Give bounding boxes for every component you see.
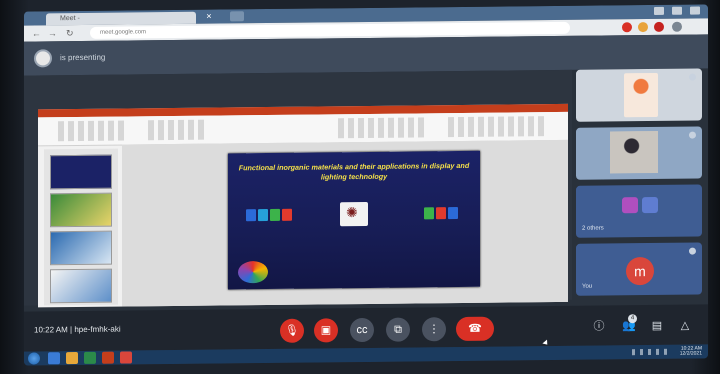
forward-icon[interactable]: → (48, 28, 58, 38)
chat-icon[interactable]: ▤ (650, 319, 664, 333)
slide-image (246, 209, 256, 222)
slide-thumbnails (44, 148, 118, 306)
more-vert-icon[interactable]: ⋮ (422, 317, 446, 342)
slide-thumbnail[interactable] (50, 230, 112, 266)
taskbar-app-icon[interactable] (102, 351, 114, 364)
self-tile[interactable]: m You (576, 242, 702, 296)
self-avatar: m (626, 256, 654, 286)
tray-clock[interactable]: 10:22 AM 12/2/2021 (680, 345, 702, 356)
ribbon-group (338, 117, 428, 139)
participant-tile[interactable] (576, 68, 702, 122)
present-icon[interactable]: ⧉ (386, 317, 410, 342)
minimize-button[interactable] (654, 6, 664, 15)
slide-thumbnail[interactable] (50, 268, 112, 304)
taskbar-app-icon[interactable] (66, 352, 78, 365)
slide-image (270, 208, 280, 222)
participant-video (624, 72, 658, 118)
window-close-button[interactable] (690, 6, 700, 15)
powerpoint-window: Functional inorganic materials and their… (38, 103, 568, 308)
author-institute (268, 241, 440, 243)
taskbar-app-icon[interactable] (120, 351, 132, 364)
browser-tab-title: Meet - (60, 14, 80, 23)
meeting-time: 10:22 AM (34, 325, 68, 335)
url-text: meet.google.com (100, 29, 147, 36)
meeting-info: 10:22 AM | hpe-fmhk-aki (34, 324, 121, 335)
people-icon[interactable]: 👥 4 (622, 314, 637, 333)
videocam-off-icon[interactable]: ▣ (314, 318, 338, 343)
self-label: You (582, 283, 593, 290)
shared-screen: Functional inorganic materials and their… (24, 69, 572, 308)
profile-avatar[interactable] (654, 21, 664, 32)
slide-image (448, 207, 458, 220)
screen: Meet - ✕ ← → ↻ meet.google.com is presen… (24, 4, 708, 366)
taskbar-app-icon[interactable] (48, 352, 60, 365)
author-department (268, 241, 440, 243)
participant-tile-others[interactable]: 2 others (576, 184, 702, 238)
meeting-code: hpe-fmhk-aki (74, 324, 121, 335)
participant-panel: 2 others m You (576, 68, 704, 299)
slide-canvas: Functional inorganic materials and their… (122, 139, 568, 307)
activities-icon[interactable]: △ (678, 319, 692, 333)
menu-icon[interactable] (672, 21, 682, 32)
start-button[interactable] (28, 352, 40, 365)
maximize-button[interactable] (672, 6, 682, 15)
slide-image (436, 207, 446, 220)
window-controls (640, 6, 700, 18)
extension-icon[interactable] (622, 22, 632, 33)
slide-image (282, 208, 292, 221)
back-icon[interactable]: ← (32, 28, 42, 38)
close-icon[interactable]: ✕ (206, 13, 214, 21)
system-tray[interactable] (632, 348, 672, 356)
presenting-text: is presenting (60, 52, 106, 63)
avatar (34, 49, 52, 68)
slide-image (424, 207, 434, 220)
captions-icon[interactable]: cc (350, 317, 374, 343)
current-slide: Functional inorganic materials and their… (228, 150, 480, 290)
color-wheel-image (238, 261, 268, 284)
reload-icon[interactable]: ↻ (66, 28, 76, 38)
call-end-icon[interactable]: ☎ (456, 316, 494, 342)
participant-video (610, 130, 658, 174)
slide-title: Functional inorganic materials and their… (238, 160, 470, 182)
others-label: 2 others (582, 225, 604, 232)
slide-image (258, 209, 268, 222)
taskbar-app-icon[interactable] (84, 351, 96, 364)
new-tab-button[interactable] (230, 11, 244, 22)
ribbon-group (148, 119, 208, 141)
extension-icon[interactable] (638, 22, 648, 33)
more-options-icon[interactable] (689, 247, 696, 255)
monitor-bezel: Meet - ✕ ← → ↻ meet.google.com is presen… (0, 0, 720, 374)
author-name (268, 241, 440, 243)
info-icon[interactable]: ⓘ (592, 319, 606, 333)
participant-avatar (642, 196, 658, 214)
participant-tile[interactable] (576, 126, 702, 180)
ribbon-group (448, 116, 548, 138)
people-count-badge: 4 (628, 314, 637, 324)
slide-author-block (268, 241, 440, 243)
participant-avatar (622, 197, 638, 214)
institute-logo (340, 201, 368, 227)
slide-thumbnail[interactable] (50, 154, 112, 190)
slide-thumbnail[interactable] (50, 192, 112, 228)
ribbon-group (58, 120, 128, 142)
more-options-icon[interactable] (689, 131, 696, 139)
more-options-icon[interactable] (689, 73, 696, 81)
mic-off-icon[interactable]: 🎙 (280, 318, 304, 343)
